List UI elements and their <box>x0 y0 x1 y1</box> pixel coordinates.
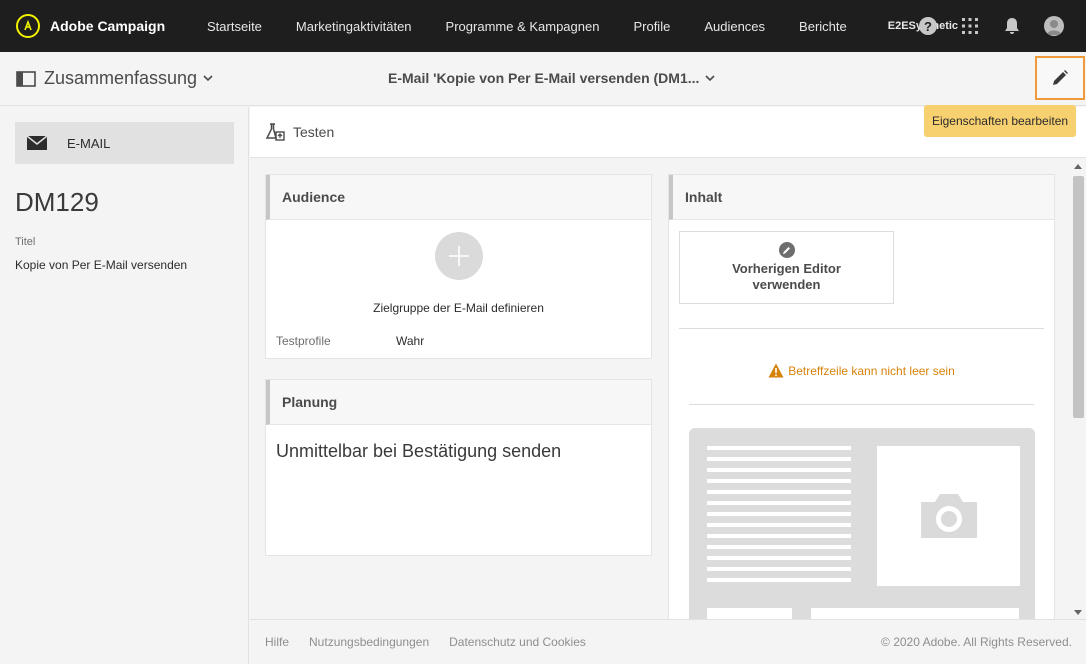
nav-item-programme-kampagnen[interactable]: Programme & Kampagnen <box>446 0 600 52</box>
chevron-down-icon <box>203 75 213 82</box>
divider <box>679 328 1044 329</box>
brand[interactable]: Adobe Campaign <box>0 14 190 38</box>
left-panel: E-MAIL DM129 Titel Kopie von Per E-Mail … <box>0 107 249 664</box>
planning-value: Unmittelbar bei Bestätigung senden <box>276 441 562 461</box>
use-previous-editor-label: Vorherigen Editor verwenden <box>732 261 841 292</box>
nav-item-berichte[interactable]: Berichte <box>799 0 847 52</box>
apps-grid-icon[interactable] <box>960 16 980 36</box>
title-label: Titel <box>15 236 36 248</box>
footer: Hilfe Nutzungsbedingungen Datenschutz un… <box>250 619 1086 664</box>
nav-item-profile[interactable]: Profile <box>633 0 670 52</box>
pencil-icon <box>1053 70 1068 85</box>
main-area: Testen Audience Zielgruppe der E-Mail de… <box>250 107 1086 620</box>
sub-header: Zusammenfassung E-Mail 'Kopie von Per E-… <box>0 52 1086 106</box>
app-name: Adobe Campaign <box>50 18 166 34</box>
email-content-preview[interactable] <box>689 428 1035 619</box>
audience-card-header: Audience <box>266 175 651 220</box>
edit-properties-button[interactable] <box>1035 56 1085 100</box>
summary-label: Zusammenfassung <box>44 68 198 88</box>
planning-card-header: Planung <box>266 380 651 425</box>
define-audience-label[interactable]: Zielgruppe der E-Mail definieren <box>266 301 651 315</box>
test-profiles-label: Testprofile <box>276 334 331 348</box>
channel-label: E-MAIL <box>67 135 111 151</box>
audience-heading: Audience <box>282 189 346 205</box>
subject-warning: Betreffzeile kann nicht leer sein <box>669 363 1054 378</box>
bell-icon[interactable] <box>1002 16 1022 36</box>
top-icons: ? <box>918 0 1086 52</box>
copyright: © 2020 Adobe. All Rights Reserved. <box>881 635 1072 649</box>
pencil-icon <box>778 242 795 258</box>
subject-warning-text: Betreffzeile kann nicht leer sein <box>788 363 955 378</box>
footer-link-privacy[interactable]: Datenschutz und Cookies <box>449 635 586 649</box>
content-card-header: Inhalt <box>669 175 1054 220</box>
content-scrollbar[interactable] <box>1071 160 1085 619</box>
flask-upload-icon[interactable] <box>265 122 285 142</box>
planning-card: Planung Unmittelbar bei Bestätigung send… <box>265 379 652 556</box>
scroll-down-arrow-icon[interactable] <box>1074 610 1082 615</box>
adobe-campaign-logo-icon <box>16 14 40 38</box>
content-heading: Inhalt <box>685 189 723 205</box>
help-symbol: ? <box>919 17 937 35</box>
summary-dropdown[interactable]: Zusammenfassung <box>16 68 213 89</box>
scroll-thumb[interactable] <box>1073 176 1084 418</box>
envelope-icon <box>27 136 47 150</box>
image-placeholder <box>877 446 1020 586</box>
camera-icon <box>920 494 977 538</box>
user-icon <box>1047 20 1061 35</box>
footer-link-help[interactable]: Hilfe <box>265 635 289 649</box>
footer-link-terms[interactable]: Nutzungsbedingungen <box>309 635 429 649</box>
nav-item-startseite[interactable]: Startseite <box>207 0 262 52</box>
nav-item-audiences[interactable]: Audiences <box>704 0 765 52</box>
use-previous-editor-button[interactable]: Vorherigen Editor verwenden <box>679 231 894 304</box>
help-icon[interactable]: ? <box>918 16 938 36</box>
title-value: Kopie von Per E-Mail versenden <box>15 258 188 272</box>
top-nav-bar: Adobe Campaign Startseite Marketingaktiv… <box>0 0 1086 52</box>
nav-item-marketingaktivitaeten[interactable]: Marketingaktivitäten <box>296 0 412 52</box>
audience-card: Audience Zielgruppe der E-Mail definiere… <box>265 174 652 359</box>
test-button[interactable]: Testen <box>293 124 334 140</box>
chevron-down-icon <box>705 74 715 81</box>
avatar[interactable] <box>1044 16 1064 36</box>
divider <box>689 404 1034 405</box>
delivery-code: DM129 <box>15 187 99 217</box>
document-title-dropdown[interactable]: E-Mail 'Kopie von Per E-Mail versenden (… <box>388 70 715 86</box>
edit-properties-tooltip: Eigenschaften bearbeiten <box>924 105 1076 137</box>
main-nav: Startseite Marketingaktivitäten Programm… <box>190 0 958 52</box>
document-title: E-Mail 'Kopie von Per E-Mail versenden (… <box>388 70 700 86</box>
add-audience-button[interactable] <box>435 232 483 280</box>
warning-icon <box>768 363 784 378</box>
content-card: Inhalt Vorherigen Editor verwenden Betre… <box>668 174 1055 620</box>
scroll-up-arrow-icon[interactable] <box>1074 164 1082 169</box>
panel-icon <box>16 70 36 87</box>
test-profiles-value: Wahr <box>396 334 425 348</box>
plus-icon <box>449 246 469 266</box>
channel-chip: E-MAIL <box>15 122 234 164</box>
planning-heading: Planung <box>282 394 338 410</box>
